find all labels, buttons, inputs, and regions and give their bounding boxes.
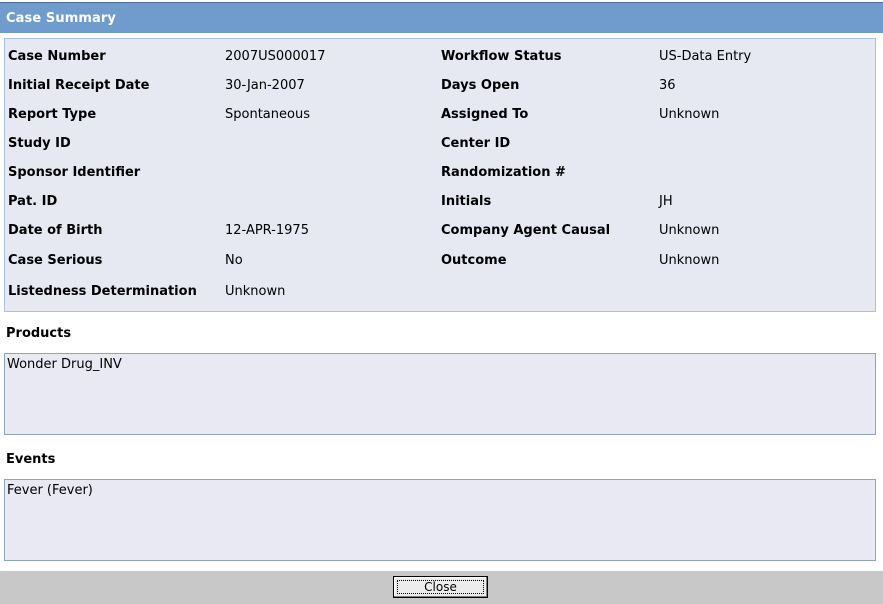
case-serious-label: Case Serious [8,253,103,268]
company-agent-causal-value: Unknown [659,223,720,238]
workflow-status-label: Workflow Status [441,49,562,64]
initial-receipt-date-label: Initial Receipt Date [8,78,150,93]
close-button[interactable]: Close [393,576,488,598]
products-heading: Products [6,326,72,341]
assigned-to-value: Unknown [659,107,720,122]
case-number-value: 2007US000017 [225,49,326,64]
listedness-determination-label: Listedness Determination [8,284,197,299]
case-serious-value: No [225,253,243,268]
report-type-value: Spontaneous [225,107,310,122]
initials-value: JH [659,194,673,209]
close-button-label: Close [397,580,484,594]
report-type-label: Report Type [8,107,97,122]
days-open-value: 36 [659,78,676,93]
sponsor-identifier-label: Sponsor Identifier [8,165,141,180]
footer-bar: Close [0,571,883,604]
outcome-value: Unknown [659,253,720,268]
center-id-label: Center ID [441,136,511,151]
case-summary-window: Case Summary Case Number 2007US000017 Wo… [0,0,883,604]
randomization-label: Randomization # [441,165,566,180]
title-bar: Case Summary [0,2,883,33]
events-heading: Events [6,452,56,467]
initials-label: Initials [441,194,492,209]
case-number-label: Case Number [8,49,106,64]
products-list[interactable]: Wonder Drug_INV [4,353,876,435]
date-of-birth-label: Date of Birth [8,223,103,238]
window-title: Case Summary [6,11,116,26]
company-agent-causal-label: Company Agent Causal [441,223,611,238]
product-item[interactable]: Wonder Drug_INV [7,357,122,372]
assigned-to-label: Assigned To [441,107,529,122]
workflow-status-value: US-Data Entry [659,49,752,64]
initial-receipt-date-value: 30-Jan-2007 [225,78,305,93]
outcome-label: Outcome [441,253,507,268]
event-item[interactable]: Fever (Fever) [7,483,93,498]
events-list[interactable]: Fever (Fever) [4,479,876,561]
study-id-label: Study ID [8,136,71,151]
days-open-label: Days Open [441,78,520,93]
listedness-determination-value: Unknown [225,284,286,299]
case-summary-panel: Case Number 2007US000017 Workflow Status… [4,38,876,312]
pat-id-label: Pat. ID [8,194,58,209]
date-of-birth-value: 12-APR-1975 [225,223,309,238]
